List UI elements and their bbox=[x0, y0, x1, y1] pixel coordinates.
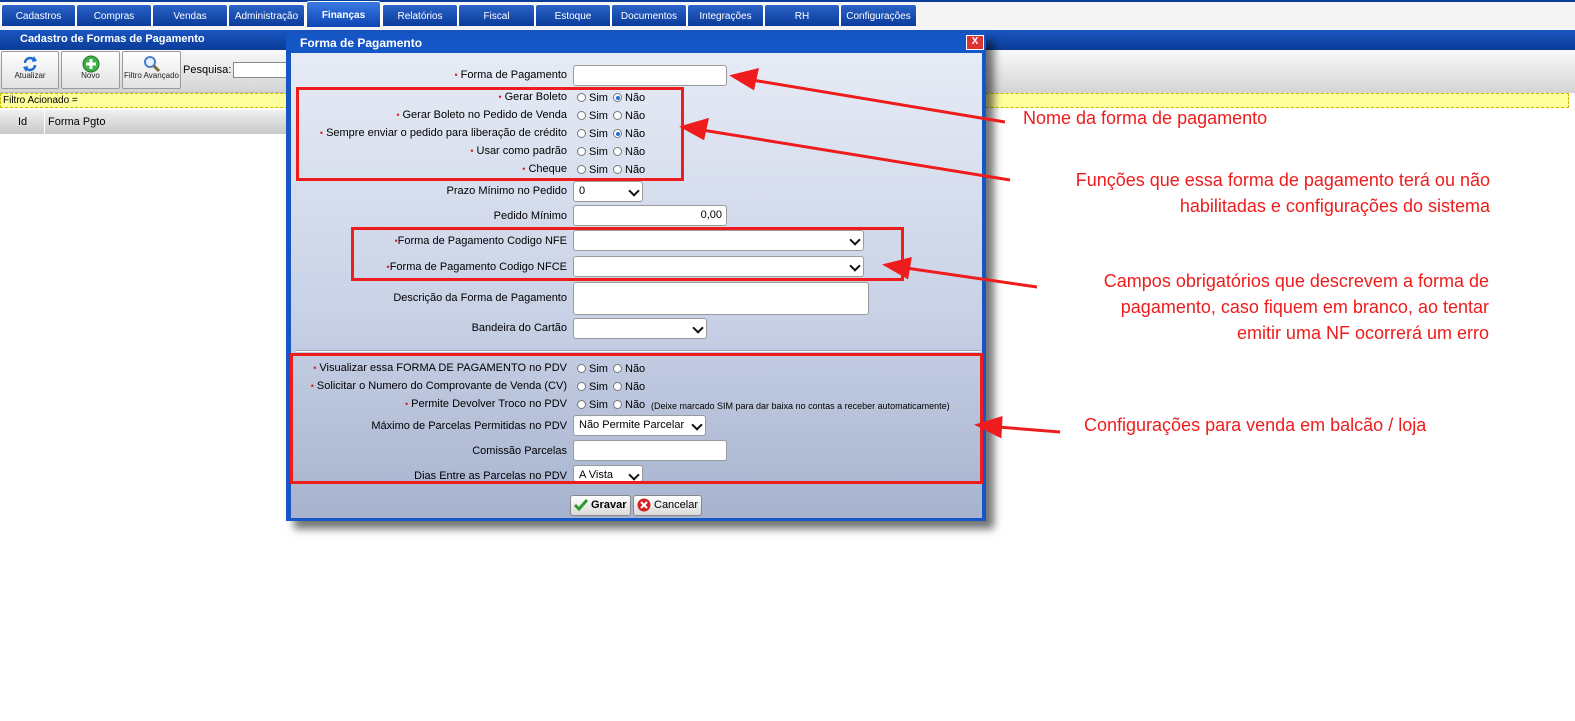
annotation-campos-line3: emitir uma NF ocorrerá um erro bbox=[1236, 323, 1489, 343]
annotation-funcoes-line2: habilitadas e configurações do sistema bbox=[1179, 196, 1490, 216]
annotation-campos-line2: pagamento, caso fiquem em branco, ao ten… bbox=[1120, 297, 1489, 317]
annotation-config: Configurações para venda em balcão / loj… bbox=[1084, 415, 1427, 435]
annotation-arrows bbox=[679, 67, 1061, 439]
annotation-funcoes-line1: Funções que essa forma de pagamento terá… bbox=[1075, 170, 1490, 190]
annotation-campos-line1: Campos obrigatórios que descrevem a form… bbox=[1103, 271, 1489, 291]
annotation-nome: Nome da forma de pagamento bbox=[1023, 108, 1268, 128]
